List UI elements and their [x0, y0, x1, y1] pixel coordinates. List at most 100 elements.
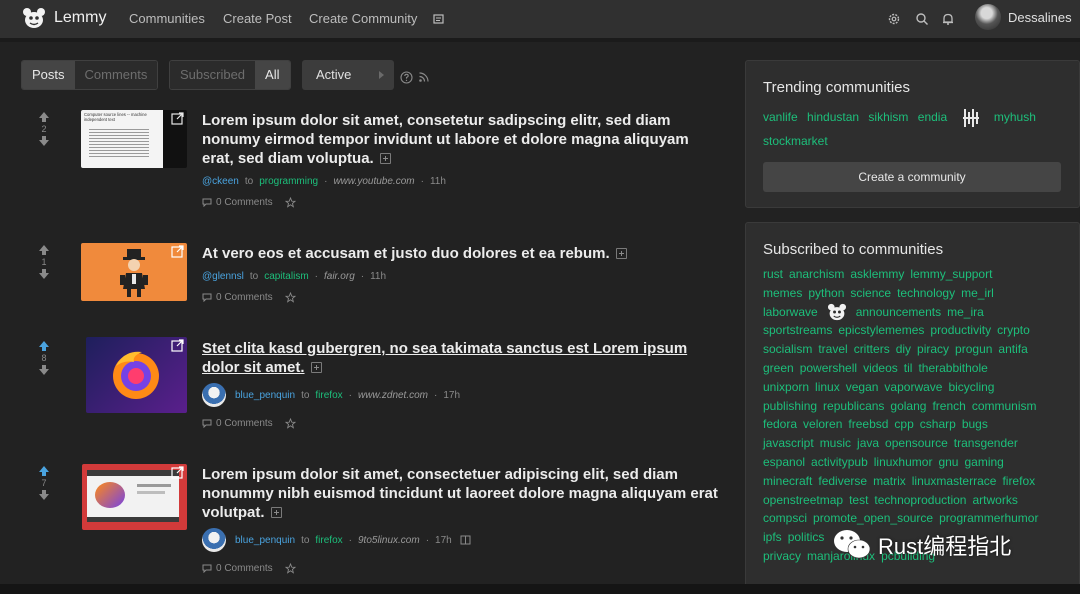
community-link[interactable]: travel — [818, 342, 847, 356]
post-community[interactable]: capitalism — [264, 271, 308, 282]
comment-icon[interactable] — [202, 564, 212, 573]
community-link[interactable]: piracy — [917, 342, 949, 356]
community-link[interactable]: vanlife — [763, 110, 798, 124]
comments-link[interactable]: 0 Comments — [216, 418, 273, 429]
community-link[interactable]: vaporwave — [884, 380, 942, 394]
toggle-posts[interactable]: Posts — [22, 61, 75, 89]
community-link[interactable]: me_ira — [947, 305, 984, 319]
upvote-arrow-icon[interactable] — [37, 244, 51, 256]
community-link[interactable]: laborwave — [763, 305, 818, 319]
downvote-arrow-icon[interactable] — [37, 489, 51, 501]
expand-plus-icon[interactable] — [379, 152, 391, 164]
archive-book-icon[interactable] — [460, 535, 471, 545]
star-icon[interactable] — [284, 197, 296, 208]
external-link-icon[interactable] — [171, 339, 184, 352]
community-link[interactable]: gnu — [938, 455, 958, 469]
community-link[interactable]: csharp — [920, 417, 956, 431]
community-logo-icon[interactable] — [961, 107, 981, 129]
post-domain[interactable]: fair.org — [324, 271, 355, 282]
community-link[interactable]: veloren — [803, 417, 842, 431]
rss-icon[interactable] — [419, 72, 429, 82]
help-question-icon[interactable] — [400, 71, 413, 84]
upvote-arrow-icon[interactable] — [37, 340, 51, 352]
comments-link[interactable]: 0 Comments — [216, 563, 273, 574]
search-icon[interactable] — [915, 12, 929, 26]
community-link[interactable]: transgender — [954, 436, 1018, 450]
community-link[interactable]: french — [932, 399, 965, 413]
community-link[interactable]: epicstylememes — [838, 323, 924, 337]
downvote-arrow-icon[interactable] — [37, 364, 51, 376]
post-thumbnail[interactable] — [86, 337, 187, 413]
post-title-text[interactable]: Stet clita kasd gubergren, no sea takima… — [202, 340, 687, 376]
community-link[interactable]: python — [808, 286, 844, 300]
notifications-bell-icon[interactable] — [941, 12, 955, 26]
community-link[interactable]: anarchism — [789, 267, 844, 281]
post-domain[interactable]: www.zdnet.com — [358, 390, 428, 401]
toggle-subscribed[interactable]: Subscribed — [170, 61, 256, 89]
post-thumbnail[interactable] — [81, 243, 187, 301]
community-link[interactable]: memes — [763, 286, 802, 300]
community-link[interactable]: music — [820, 436, 851, 450]
community-link[interactable]: lemmy_support — [910, 267, 992, 281]
community-link[interactable]: javascript — [763, 436, 814, 450]
toggle-comments[interactable]: Comments — [74, 61, 158, 89]
community-link[interactable]: java — [857, 436, 879, 450]
community-link[interactable]: myhush — [994, 110, 1036, 124]
upvote-arrow-icon[interactable] — [37, 465, 51, 477]
settings-gear-icon[interactable] — [887, 12, 901, 26]
community-link[interactable]: activitypub — [811, 455, 868, 469]
community-link[interactable]: me_irl — [961, 286, 994, 300]
community-link[interactable]: hindustan — [807, 110, 859, 124]
post-thumbnail[interactable]: Computer source lines -- machine indepen… — [81, 110, 187, 168]
post-title[interactable]: At vero eos et accusam et justo duo dolo… — [202, 244, 722, 263]
post-author[interactable]: blue_penquin — [235, 535, 295, 546]
community-link[interactable]: politics — [788, 530, 825, 544]
community-link[interactable]: progun — [955, 342, 992, 356]
star-icon[interactable] — [284, 563, 296, 574]
external-link-icon[interactable] — [171, 245, 184, 258]
post-domain[interactable]: 9to5linux.com — [358, 535, 420, 546]
user-name[interactable]: Dessalines — [1008, 10, 1072, 25]
community-link[interactable]: cpp — [894, 417, 913, 431]
post-domain[interactable]: www.youtube.com — [333, 176, 414, 187]
community-link[interactable]: bugs — [962, 417, 988, 431]
community-link[interactable]: socialism — [763, 342, 812, 356]
community-link[interactable]: linuxmasterrace — [912, 474, 997, 488]
post-title[interactable]: Lorem ipsum dolor sit amet, consetetur s… — [202, 111, 722, 168]
post-author[interactable]: @ckeen — [202, 176, 239, 187]
toggle-all[interactable]: All — [255, 61, 290, 89]
post-title[interactable]: Stet clita kasd gubergren, no sea takima… — [202, 339, 722, 377]
community-link[interactable]: linuxhumor — [874, 455, 933, 469]
comment-icon[interactable] — [202, 419, 212, 428]
community-link[interactable]: unixporn — [763, 380, 809, 394]
comment-icon[interactable] — [202, 293, 212, 302]
star-icon[interactable] — [284, 418, 296, 429]
community-link[interactable]: bicycling — [948, 380, 994, 394]
community-link[interactable]: critters — [854, 342, 890, 356]
community-link[interactable]: republicans — [823, 399, 884, 413]
community-link[interactable]: linux — [815, 380, 840, 394]
upvote-arrow-icon[interactable] — [37, 111, 51, 123]
nav-communities[interactable]: Communities — [129, 11, 205, 26]
community-link[interactable]: technology — [897, 286, 955, 300]
community-link[interactable]: sikhism — [868, 110, 908, 124]
community-link[interactable]: privacy — [763, 549, 801, 563]
sort-select[interactable]: Active — [302, 60, 394, 90]
nav-create-post[interactable]: Create Post — [223, 11, 292, 26]
community-link[interactable]: videos — [863, 361, 898, 375]
community-link[interactable]: endia — [918, 110, 947, 124]
post-title-text[interactable]: Lorem ipsum dolor sit amet, consetetur s… — [202, 112, 689, 167]
community-link[interactable]: announcements — [856, 305, 941, 319]
community-link[interactable]: technoproduction — [874, 493, 966, 507]
community-link[interactable]: communism — [972, 399, 1037, 413]
community-link[interactable]: opensource — [885, 436, 948, 450]
community-link[interactable]: productivity — [930, 323, 991, 337]
community-link[interactable]: rust — [763, 267, 783, 281]
user-avatar[interactable] — [975, 4, 1001, 30]
post-community[interactable]: programming — [259, 176, 318, 187]
downvote-arrow-icon[interactable] — [37, 135, 51, 147]
community-link[interactable]: sportstreams — [763, 323, 832, 337]
community-link[interactable]: freebsd — [848, 417, 888, 431]
post-thumbnail[interactable] — [82, 464, 187, 530]
comments-link[interactable]: 0 Comments — [216, 292, 273, 303]
